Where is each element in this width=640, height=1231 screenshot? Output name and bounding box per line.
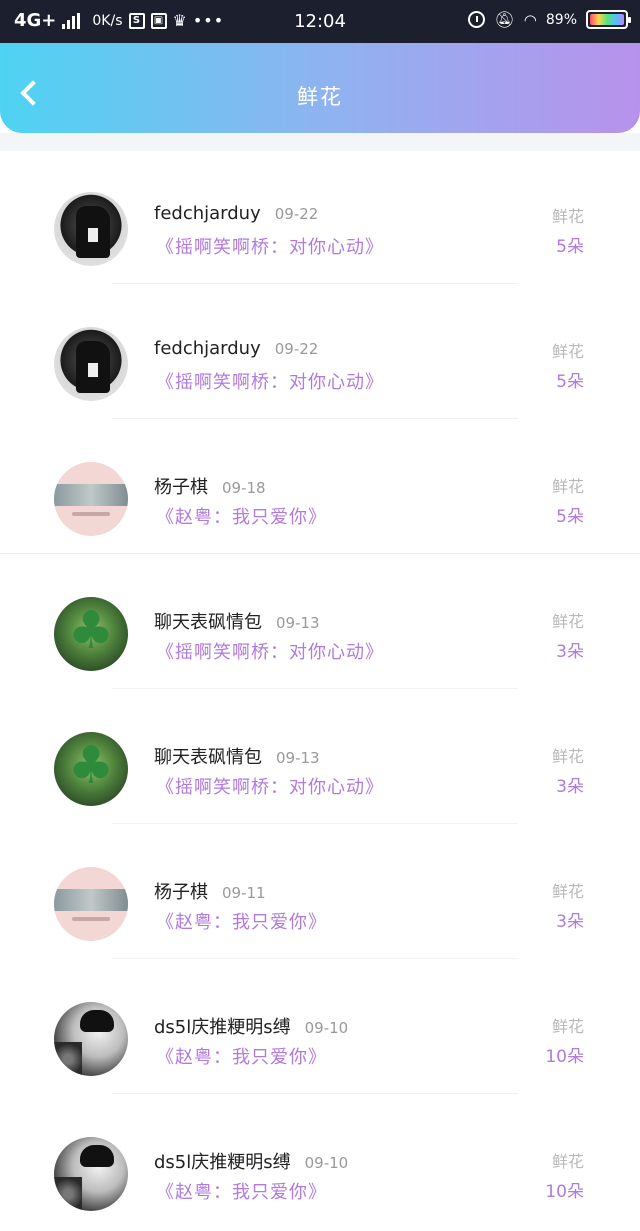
user-name: fedchjarduy 09-22 [154, 203, 319, 224]
avatar[interactable] [54, 867, 128, 941]
user-name: fedchjarduy 09-22 [154, 338, 319, 359]
list-item[interactable]: ds5l庆推粳明s缚 09-10 《赵粤：我只爱你》 鲜花 10朵 [0, 1096, 640, 1231]
gift-date: 09-22 [274, 205, 319, 223]
user-name: 杨子棋 09-18 [154, 477, 266, 498]
user-name: 杨子棋 09-11 [154, 882, 266, 903]
avatar[interactable] [54, 192, 128, 266]
divider [112, 823, 518, 824]
song-title: 《赵粤：我只爱你》 [156, 507, 327, 528]
song-title: 《摇啊笑啊桥：对你心动》 [156, 237, 384, 258]
gift-count: 3朵 [556, 642, 584, 662]
gift-label: 鲜花 [551, 747, 584, 766]
user-name: ds5l庆推粳明s缚 09-10 [154, 1152, 349, 1173]
gift-count: 3朵 [556, 777, 584, 797]
wifi-icon: ◠ [523, 10, 537, 29]
divider [112, 418, 518, 419]
header-gap [0, 133, 640, 151]
avatar[interactable] [54, 462, 128, 536]
gift-label: 鲜花 [551, 207, 584, 226]
gift-count: 5朵 [556, 372, 584, 392]
divider [112, 958, 518, 959]
bell-muted-icon: 🔕︎ [494, 10, 515, 29]
gift-label: 鲜花 [551, 882, 584, 901]
gift-label: 鲜花 [551, 477, 584, 496]
user-name: 聊天表砜情包 09-13 [154, 612, 320, 633]
gift-label: 鲜花 [551, 612, 584, 631]
divider [0, 553, 640, 554]
status-bar: 4G+ 0K/s S ▣ ♛ ••• 12:04 🔕︎ ◠ 89% [0, 0, 640, 43]
list-item[interactable]: 聊天表砜情包09-13 《摇啊笑啊桥：对你心动》 鲜花 3朵 [0, 691, 640, 826]
gift-count: 3朵 [556, 912, 584, 932]
header-bar: 鲜花 [0, 43, 640, 133]
song-title: 《摇啊笑啊桥：对你心动》 [156, 372, 384, 393]
user-name: ds5l庆推粳明s缚 09-10 [154, 1017, 349, 1038]
song-title: 《摇啊笑啊桥：对你心动》 [156, 642, 384, 663]
gift-date: 09-10 [304, 1154, 349, 1172]
gift-date: 09-22 [274, 340, 319, 358]
divider [112, 283, 518, 284]
battery-icon [586, 10, 631, 29]
gift-date: 09-18 [222, 479, 266, 497]
gift-count: 10朵 [545, 1182, 584, 1202]
user-name: 聊天表砜情包 09-13 [154, 747, 320, 768]
divider [112, 688, 518, 689]
avatar[interactable] [54, 327, 128, 401]
page-title: 鲜花 [297, 85, 343, 109]
avatar[interactable] [54, 732, 128, 806]
song-title: 《摇啊笑啊桥：对你心动》 [156, 777, 384, 798]
alarm-icon [468, 11, 486, 28]
list-item[interactable]: ds5l庆推粳明s缚 09-10 《赵粤：我只爱你》 鲜花 10朵 [0, 961, 640, 1096]
gift-count: 5朵 [556, 237, 584, 257]
gift-label: 鲜花 [551, 1017, 584, 1036]
song-title: 《赵粤：我只爱你》 [156, 1182, 327, 1203]
list-item[interactable]: 聊天表砜情包09-13 《摇啊笑啊桥：对你心动》 鲜花 3朵 [0, 556, 640, 691]
gift-date: 09-11 [222, 884, 266, 902]
gift-date: 09-13 [276, 749, 320, 767]
gift-label: 鲜花 [551, 342, 584, 361]
list-item[interactable]: fedchjarduy 09-22 《摇啊笑啊桥：对你心动》 鲜花 5朵 [0, 151, 640, 286]
avatar[interactable] [54, 1137, 128, 1211]
avatar[interactable] [54, 597, 128, 671]
battery-percent: 89% [545, 11, 577, 28]
gift-label: 鲜花 [551, 1152, 584, 1171]
gift-list: fedchjarduy 09-22 《摇啊笑啊桥：对你心动》 鲜花 5朵 fedc… [0, 151, 640, 1231]
gift-count: 5朵 [556, 507, 584, 527]
gift-date: 09-13 [276, 614, 320, 632]
list-item[interactable]: fedchjarduy 09-22 《摇啊笑啊桥：对你心动》 鲜花 5朵 [0, 286, 640, 421]
avatar[interactable] [54, 1002, 128, 1076]
divider [112, 1093, 518, 1094]
gift-count: 10朵 [545, 1047, 584, 1067]
song-title: 《赵粤：我只爱你》 [156, 912, 327, 933]
list-item[interactable]: 杨子棋 09-18 《赵粤：我只爱你》 鲜花 5朵 [0, 421, 640, 556]
list-item[interactable]: 杨子棋 09-11 《赵粤：我只爱你》 鲜花 3朵 [0, 826, 640, 961]
song-title: 《赵粤：我只爱你》 [156, 1047, 327, 1068]
gift-date: 09-10 [304, 1019, 349, 1037]
